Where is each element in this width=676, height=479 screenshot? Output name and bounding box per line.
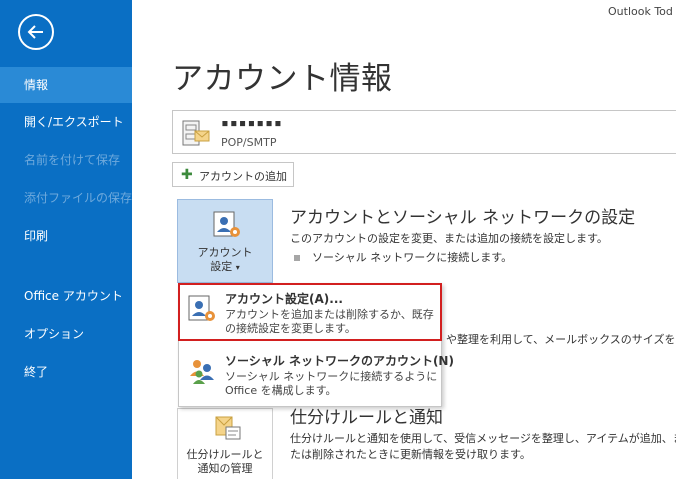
back-arrow-icon[interactable] xyxy=(18,14,54,50)
account-type: POP/SMTP xyxy=(221,136,277,149)
app-title: Outlook Tod xyxy=(608,5,673,18)
social-bullet: ソーシャル ネットワークに接続します。 xyxy=(294,249,512,265)
chevron-down-icon: ▾ xyxy=(235,263,240,272)
account-name: ▪▪▪▪▪▪▪ xyxy=(221,116,283,131)
account-settings-button[interactable]: アカウント 設定 ▾ xyxy=(177,199,273,283)
account-settings-dropdown: アカウント設定(A)... アカウントを追加または削除するか、既存 の接続設定を変… xyxy=(178,283,454,407)
sidebar-item-save-attachments: 添付ファイルの保存 xyxy=(24,191,133,205)
sidebar-item-office-account[interactable]: Office アカウント xyxy=(0,278,132,314)
rules-desc-1: 仕分けルールと通知を使用して、受信メッセージを整理し、アイテムが追加、または xyxy=(290,432,676,445)
account-settings-desc: このアカウントの設定を変更、または追加の接続を設定します。 xyxy=(290,232,608,245)
sidebar-item-save-as: 名前を付けて保存 xyxy=(24,153,121,167)
add-account-button[interactable]: ✚ アカウントの追加 xyxy=(172,162,294,187)
rules-desc-2: たは削除されたときに更新情報を受け取ります。 xyxy=(290,448,531,461)
manage-rules-button[interactable]: 仕分けルールと 通知の管理 xyxy=(177,408,273,479)
plus-icon: ✚ xyxy=(181,167,193,183)
mailbox-cleanup-desc: や整理を利用して、メールボックスのサイズを管 xyxy=(446,333,676,346)
account-settings-title: アカウントとソーシャル ネットワークの設定 xyxy=(290,208,636,228)
sidebar-item-open-export[interactable]: 開く/エクスポート xyxy=(0,104,132,140)
menu-item-social-network-accounts[interactable]: ソーシャル ネットワークのアカウント(N) ソーシャル ネットワークに接続するよ… xyxy=(179,346,454,402)
menu-item-account-settings[interactable]: アカウント設定(A)... アカウントを追加または削除するか、既存 の接続設定を変… xyxy=(178,283,442,341)
mail-account-icon xyxy=(181,119,211,147)
account-selector[interactable]: ▪▪▪▪▪▪▪ POP/SMTP xyxy=(172,110,676,154)
sidebar-item-info[interactable]: 情報 xyxy=(0,67,132,103)
sidebar-item-options[interactable]: オプション xyxy=(0,316,132,352)
backstage-sidebar: 情報 開く/エクスポート 名前を付けて保存 添付ファイルの保存 印刷 Offic… xyxy=(0,0,132,479)
account-settings-icon xyxy=(212,210,242,240)
account-settings-icon xyxy=(187,294,217,324)
rules-alerts-icon xyxy=(212,413,242,443)
page-title: アカウント情報 xyxy=(172,61,393,97)
sidebar-item-exit[interactable]: 終了 xyxy=(0,354,132,390)
sidebar-item-print[interactable]: 印刷 xyxy=(0,218,132,254)
social-people-icon xyxy=(187,356,217,386)
